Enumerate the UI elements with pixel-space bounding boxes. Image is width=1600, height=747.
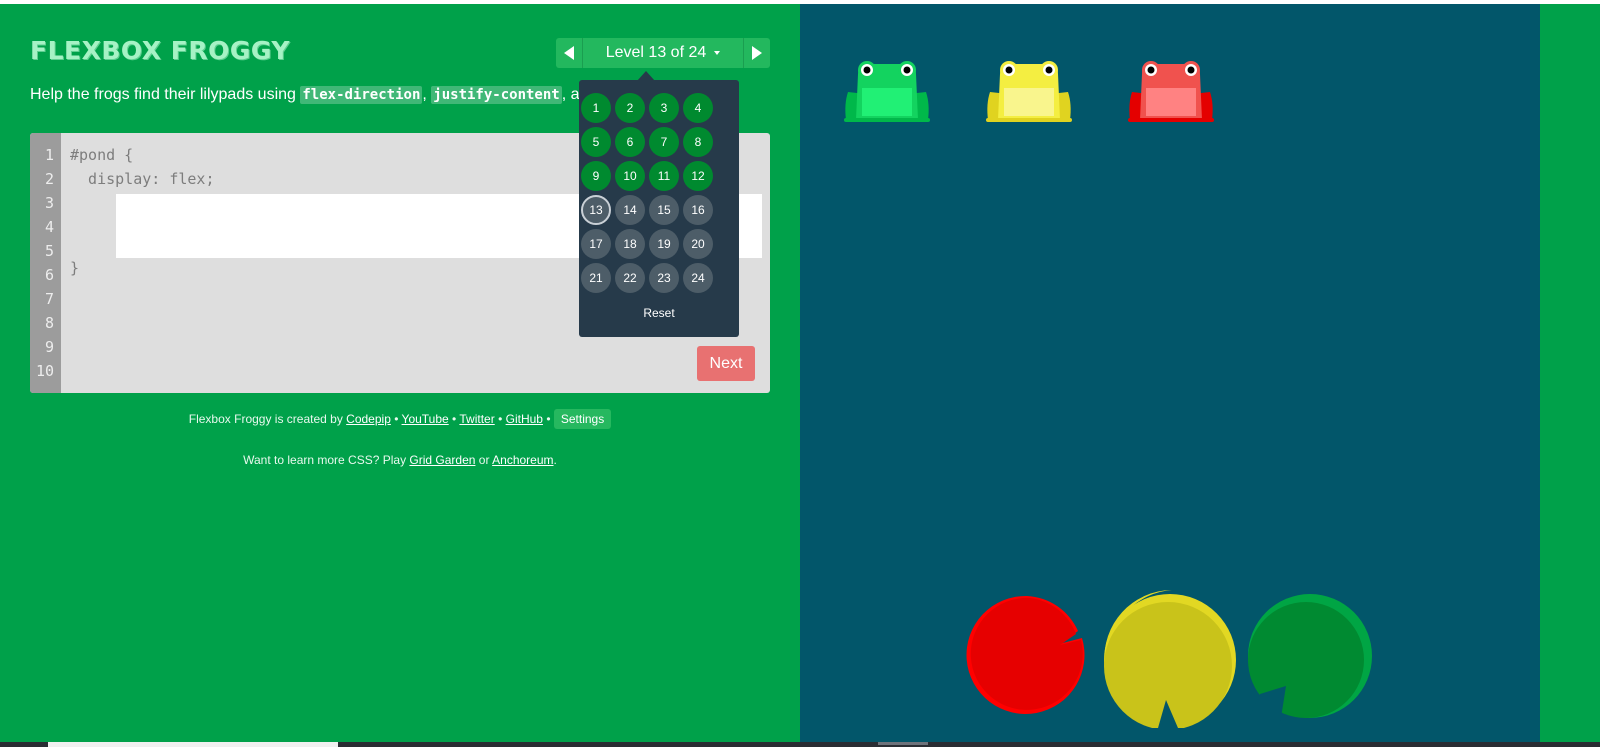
more-css-promo: Want to learn more CSS? Play Grid Garden… xyxy=(0,453,800,467)
red-frog xyxy=(1128,61,1214,122)
taskbar-tab xyxy=(48,742,338,747)
next-button[interactable]: Next xyxy=(697,346,755,381)
level-button-10[interactable]: 10 xyxy=(615,161,645,191)
pond xyxy=(800,4,1540,742)
arrow-right-icon xyxy=(752,46,762,60)
yellow-frog xyxy=(986,61,1072,122)
code-selector-line: #pond { xyxy=(70,146,134,164)
more-css-suffix: . xyxy=(553,453,557,467)
codepip-link[interactable]: Codepip xyxy=(346,412,391,426)
next-level-button[interactable] xyxy=(743,38,770,68)
level-button-9[interactable]: 9 xyxy=(581,161,611,191)
credits-separator: • xyxy=(546,412,551,426)
level-button-7[interactable]: 7 xyxy=(649,127,679,157)
level-button-8[interactable]: 8 xyxy=(683,127,713,157)
level-button-18[interactable]: 18 xyxy=(615,229,645,259)
instructions-prefix: Help the frogs find their lilypads using xyxy=(30,86,301,103)
level-button-5[interactable]: 5 xyxy=(581,127,611,157)
level-button-4[interactable]: 4 xyxy=(683,93,713,123)
taskbar-indicator xyxy=(878,742,928,745)
line-number: 1 xyxy=(44,146,54,164)
code-closing-brace: } xyxy=(70,259,80,277)
more-css-prefix: Want to learn more CSS? Play xyxy=(243,453,410,467)
line-number: 9 xyxy=(44,338,54,356)
level-button-19[interactable]: 19 xyxy=(649,229,679,259)
green-lilypad xyxy=(1246,594,1372,724)
line-number: 4 xyxy=(44,218,54,236)
level-indicator[interactable]: Level 13 of 24 xyxy=(584,38,742,68)
line-number: 8 xyxy=(44,314,54,332)
taskbar-strip xyxy=(0,742,1600,747)
line-number: 6 xyxy=(44,266,54,284)
level-button-16[interactable]: 16 xyxy=(683,195,713,225)
line-number-gutter: 1 2 3 4 5 6 7 8 9 10 xyxy=(30,133,61,393)
anchoreum-link[interactable]: Anchoreum xyxy=(492,453,553,467)
right-edge-panel xyxy=(1540,4,1600,742)
level-button-12[interactable]: 12 xyxy=(683,161,713,191)
line-number: 2 xyxy=(44,170,54,188)
settings-button[interactable]: Settings xyxy=(553,409,612,429)
level-button-6[interactable]: 6 xyxy=(615,127,645,157)
red-lilypad xyxy=(966,595,1085,714)
credits-text: Flexbox Froggy is created by xyxy=(188,412,347,426)
level-button-17[interactable]: 17 xyxy=(581,229,611,259)
grid-garden-link[interactable]: Grid Garden xyxy=(409,453,475,467)
arrow-left-icon xyxy=(564,46,574,60)
previous-level-button[interactable] xyxy=(556,38,583,68)
line-number: 10 xyxy=(35,362,54,380)
level-button-11[interactable]: 11 xyxy=(649,161,679,191)
code-display-line: display: flex; xyxy=(70,170,215,188)
level-button-14[interactable]: 14 xyxy=(615,195,645,225)
line-number: 5 xyxy=(44,242,54,260)
left-panel: FLEXBOX FROGGY Level 13 of 24 Help the f… xyxy=(0,4,800,742)
level-button-13[interactable]: 13 xyxy=(581,195,611,225)
reset-button[interactable]: Reset xyxy=(579,306,739,320)
level-dropdown: 1 2 3 4 5 6 7 8 9 10 11 12 13 14 15 16 17 18 19 20 21 22 23 24 … xyxy=(579,71,739,337)
github-link[interactable]: GitHub xyxy=(506,412,543,426)
level-button-21[interactable]: 21 xyxy=(581,263,611,293)
level-button-15[interactable]: 15 xyxy=(649,195,679,225)
code-justify-content: justify-content xyxy=(431,86,562,104)
level-button-24[interactable]: 24 xyxy=(683,263,713,293)
instructions: Help the frogs find their lilypads using… xyxy=(30,86,596,104)
instructions-separator: , xyxy=(422,86,432,103)
line-number: 3 xyxy=(44,194,54,212)
level-button-23[interactable]: 23 xyxy=(649,263,679,293)
caret-down-icon xyxy=(714,51,721,55)
level-button-2[interactable]: 2 xyxy=(615,93,645,123)
credits: Flexbox Froggy is created by Codepip • Y… xyxy=(0,409,800,429)
level-button-22[interactable]: 22 xyxy=(615,263,645,293)
level-button-20[interactable]: 20 xyxy=(683,229,713,259)
page-title: FLEXBOX FROGGY xyxy=(30,36,290,65)
yellow-lilypad xyxy=(1104,590,1236,728)
code-flex-direction: flex-direction xyxy=(300,86,423,104)
level-button-3[interactable]: 3 xyxy=(649,93,679,123)
line-number: 7 xyxy=(44,290,54,308)
green-frog xyxy=(844,61,930,122)
twitter-link[interactable]: Twitter xyxy=(459,412,494,426)
more-css-middle: or xyxy=(475,453,493,467)
youtube-link[interactable]: YouTube xyxy=(402,412,449,426)
level-navigation: Level 13 of 24 xyxy=(556,38,770,68)
credits-separator: • xyxy=(498,412,503,426)
level-button-1[interactable]: 1 xyxy=(581,93,611,123)
level-label: Level 13 of 24 xyxy=(605,44,707,61)
credits-separator: • xyxy=(394,412,399,426)
dropdown-pointer xyxy=(637,71,655,81)
credits-separator: • xyxy=(452,412,457,426)
